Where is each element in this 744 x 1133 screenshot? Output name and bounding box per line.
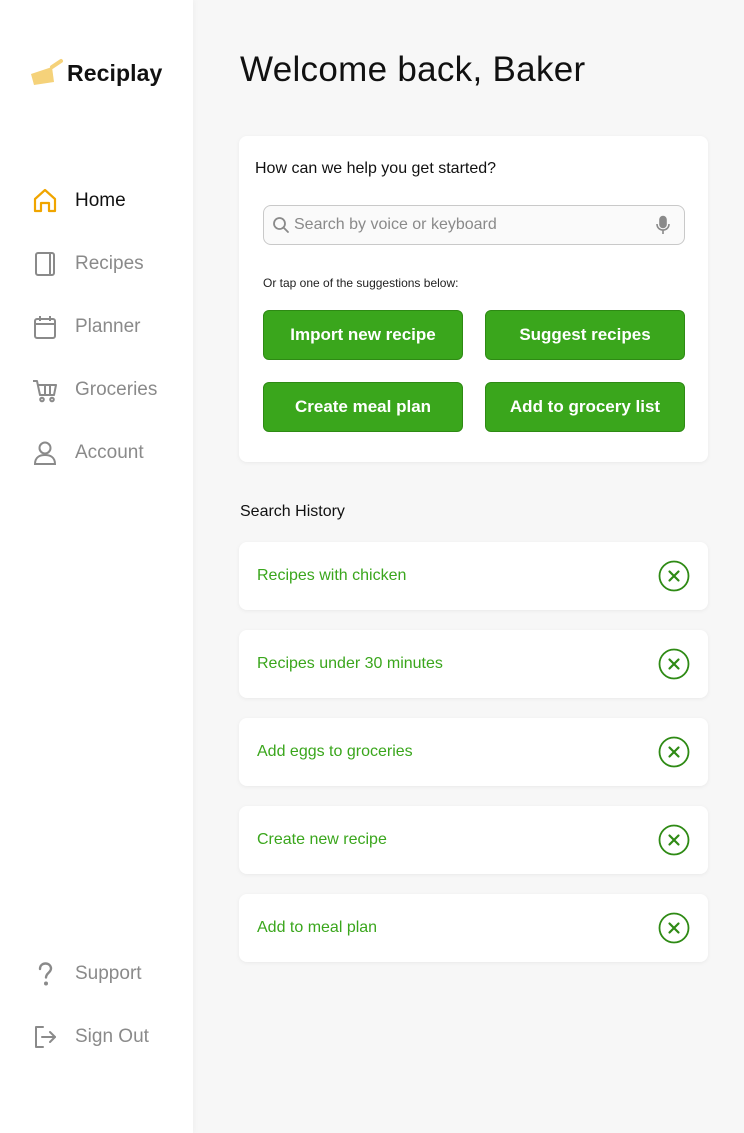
sidebar-item-label: Recipes [75, 252, 144, 274]
calendar-icon [30, 312, 60, 342]
help-icon [30, 959, 60, 989]
logo[interactable]: Reciplay [28, 58, 162, 88]
history-item-text: Recipes with chicken [257, 567, 407, 584]
main-content: Welcome back, Baker How can we help you … [193, 0, 744, 1133]
history-item-text: Add eggs to groceries [257, 743, 413, 760]
remove-history-icon[interactable] [658, 560, 690, 592]
sidebar-bottom-nav: Support Sign Out [0, 942, 193, 1068]
remove-history-icon[interactable] [658, 736, 690, 768]
history-item-text: Create new recipe [257, 831, 387, 848]
sidebar-item-label: Planner [75, 315, 141, 337]
sidebar-item-recipes[interactable]: Recipes [0, 232, 193, 295]
add-to-grocery-list-button[interactable]: Add to grocery list [485, 382, 685, 432]
get-started-card: How can we help you get started? Or tap … [239, 136, 708, 462]
history-item-text: Recipes under 30 minutes [257, 655, 443, 672]
suggest-recipes-button[interactable]: Suggest recipes [485, 310, 685, 360]
user-icon [30, 438, 60, 468]
sidebar-item-label: Account [75, 441, 144, 463]
history-item[interactable]: Recipes under 30 minutes [239, 630, 708, 698]
microphone-icon[interactable] [654, 215, 672, 235]
remove-history-icon[interactable] [658, 648, 690, 680]
sidebar: Reciplay Home Recipes Planner Groceries … [0, 0, 193, 1133]
history-item[interactable]: Recipes with chicken [239, 542, 708, 610]
sidebar-item-sign-out[interactable]: Sign Out [0, 1005, 193, 1068]
sidebar-item-label: Support [75, 962, 142, 984]
remove-history-icon[interactable] [658, 824, 690, 856]
sidebar-item-planner[interactable]: Planner [0, 295, 193, 358]
sidebar-item-label: Sign Out [75, 1025, 149, 1047]
sidebar-item-home[interactable]: Home [0, 169, 193, 232]
search-bar [263, 205, 685, 245]
app-name: Reciplay [67, 59, 163, 86]
create-meal-plan-button[interactable]: Create meal plan [263, 382, 463, 432]
sidebar-item-support[interactable]: Support [0, 942, 193, 1005]
search-history-list: Recipes with chicken Recipes under 30 mi… [239, 542, 708, 982]
cart-icon [30, 375, 60, 405]
search-input[interactable] [294, 207, 654, 243]
history-item-text: Add to meal plan [257, 919, 378, 936]
search-history-title: Search History [240, 503, 345, 520]
book-icon [30, 249, 60, 279]
suggestions-hint: Or tap one of the suggestions below: [263, 276, 459, 290]
card-title: How can we help you get started? [255, 160, 497, 177]
sidebar-item-groceries[interactable]: Groceries [0, 358, 193, 421]
history-item[interactable]: Add to meal plan [239, 894, 708, 962]
history-item[interactable]: Create new recipe [239, 806, 708, 874]
search-icon [273, 217, 289, 233]
page-title: Welcome back, Baker [240, 50, 586, 89]
sidebar-item-account[interactable]: Account [0, 421, 193, 484]
logo-icon [31, 59, 63, 85]
sidebar-item-label: Home [75, 189, 126, 211]
sidebar-nav: Home Recipes Planner Groceries Account [0, 169, 193, 484]
import-recipe-button[interactable]: Import new recipe [263, 310, 463, 360]
sign-out-icon [30, 1022, 60, 1052]
history-item[interactable]: Add eggs to groceries [239, 718, 708, 786]
remove-history-icon[interactable] [658, 912, 690, 944]
home-icon [30, 186, 60, 216]
sidebar-item-label: Groceries [75, 378, 158, 400]
